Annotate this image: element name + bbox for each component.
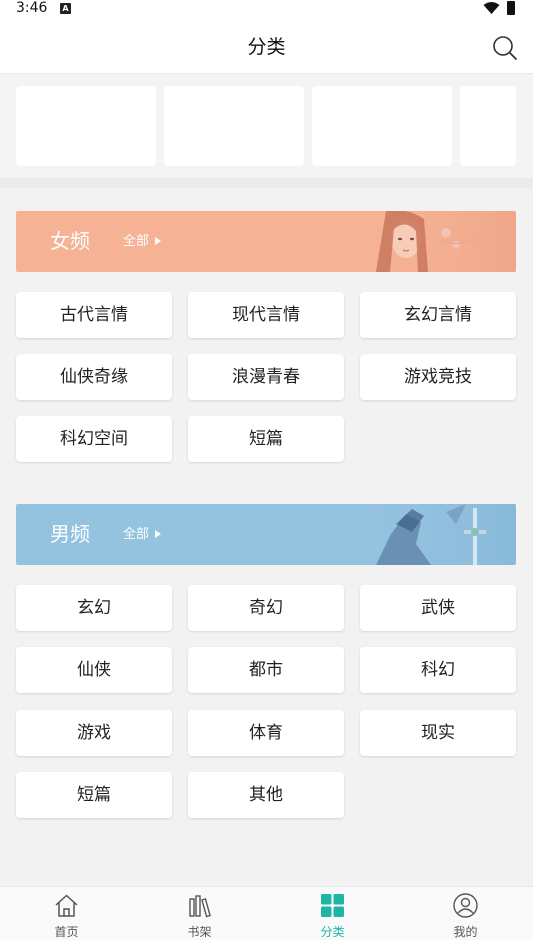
wifi-icon <box>483 2 500 14</box>
home-icon <box>55 894 78 917</box>
section-divider <box>0 178 533 188</box>
female-all-link[interactable]: 全部 <box>123 234 149 250</box>
tab-label: 分类 <box>320 925 345 939</box>
featured-covers <box>0 75 533 178</box>
top-app-bar: 分类 <box>0 18 533 74</box>
female-tag[interactable]: 短篇 <box>188 416 344 462</box>
male-tag[interactable]: 短篇 <box>16 772 172 818</box>
cover-card[interactable] <box>16 86 156 166</box>
male-tag[interactable]: 奇幻 <box>188 585 344 631</box>
female-tag[interactable]: 现代言情 <box>188 292 344 338</box>
tab-label: 首页 <box>54 925 79 939</box>
male-all-link[interactable]: 全部 <box>123 527 149 543</box>
female-tag[interactable]: 浪漫青春 <box>188 354 344 400</box>
category-icon <box>321 894 344 917</box>
female-banner-title: 女频 <box>50 229 90 253</box>
male-banner[interactable]: 男频 全部 <box>16 504 516 565</box>
tab-profile[interactable]: 我的 <box>399 887 532 940</box>
cover-card[interactable] <box>460 86 516 166</box>
status-time: 3:46 <box>16 0 48 16</box>
male-banner-title: 男频 <box>50 522 90 546</box>
status-bar: 3:46 A <box>0 0 533 18</box>
cover-card[interactable] <box>312 86 452 166</box>
male-tag[interactable]: 现实 <box>360 710 516 756</box>
tab-home[interactable]: 首页 <box>0 887 133 940</box>
female-banner-illustration <box>346 211 516 272</box>
page-title: 分类 <box>247 36 286 58</box>
male-tag[interactable]: 玄幻 <box>16 585 172 631</box>
male-tag[interactable]: 体育 <box>188 710 344 756</box>
male-tag[interactable]: 都市 <box>188 647 344 693</box>
female-banner[interactable]: 女频 全部 <box>16 211 516 272</box>
female-tag[interactable]: 仙侠奇缘 <box>16 354 172 400</box>
tab-label: 书架 <box>187 925 212 939</box>
bottom-nav: 首页 书架 分类 我的 <box>0 886 533 940</box>
female-tag[interactable]: 科幻空间 <box>16 416 172 462</box>
tab-label: 我的 <box>453 925 478 939</box>
female-tag[interactable]: 游戏竞技 <box>360 354 516 400</box>
male-banner-illustration <box>346 504 516 565</box>
play-arrow-icon <box>155 530 161 538</box>
female-tag[interactable]: 古代言情 <box>16 292 172 338</box>
battery-icon <box>507 1 515 15</box>
cover-card[interactable] <box>164 86 304 166</box>
tab-category[interactable]: 分类 <box>266 887 399 940</box>
male-tag[interactable]: 游戏 <box>16 710 172 756</box>
bookshelf-icon <box>189 895 211 918</box>
play-arrow-icon <box>155 237 161 245</box>
search-icon[interactable] <box>492 35 518 61</box>
male-tag[interactable]: 仙侠 <box>16 647 172 693</box>
profile-icon <box>453 893 478 918</box>
tab-bookshelf[interactable]: 书架 <box>133 887 266 940</box>
female-tag[interactable]: 玄幻言情 <box>360 292 516 338</box>
notification-icon: A <box>60 3 71 14</box>
male-tag[interactable]: 科幻 <box>360 647 516 693</box>
male-tag[interactable]: 武侠 <box>360 585 516 631</box>
male-tag[interactable]: 其他 <box>188 772 344 818</box>
